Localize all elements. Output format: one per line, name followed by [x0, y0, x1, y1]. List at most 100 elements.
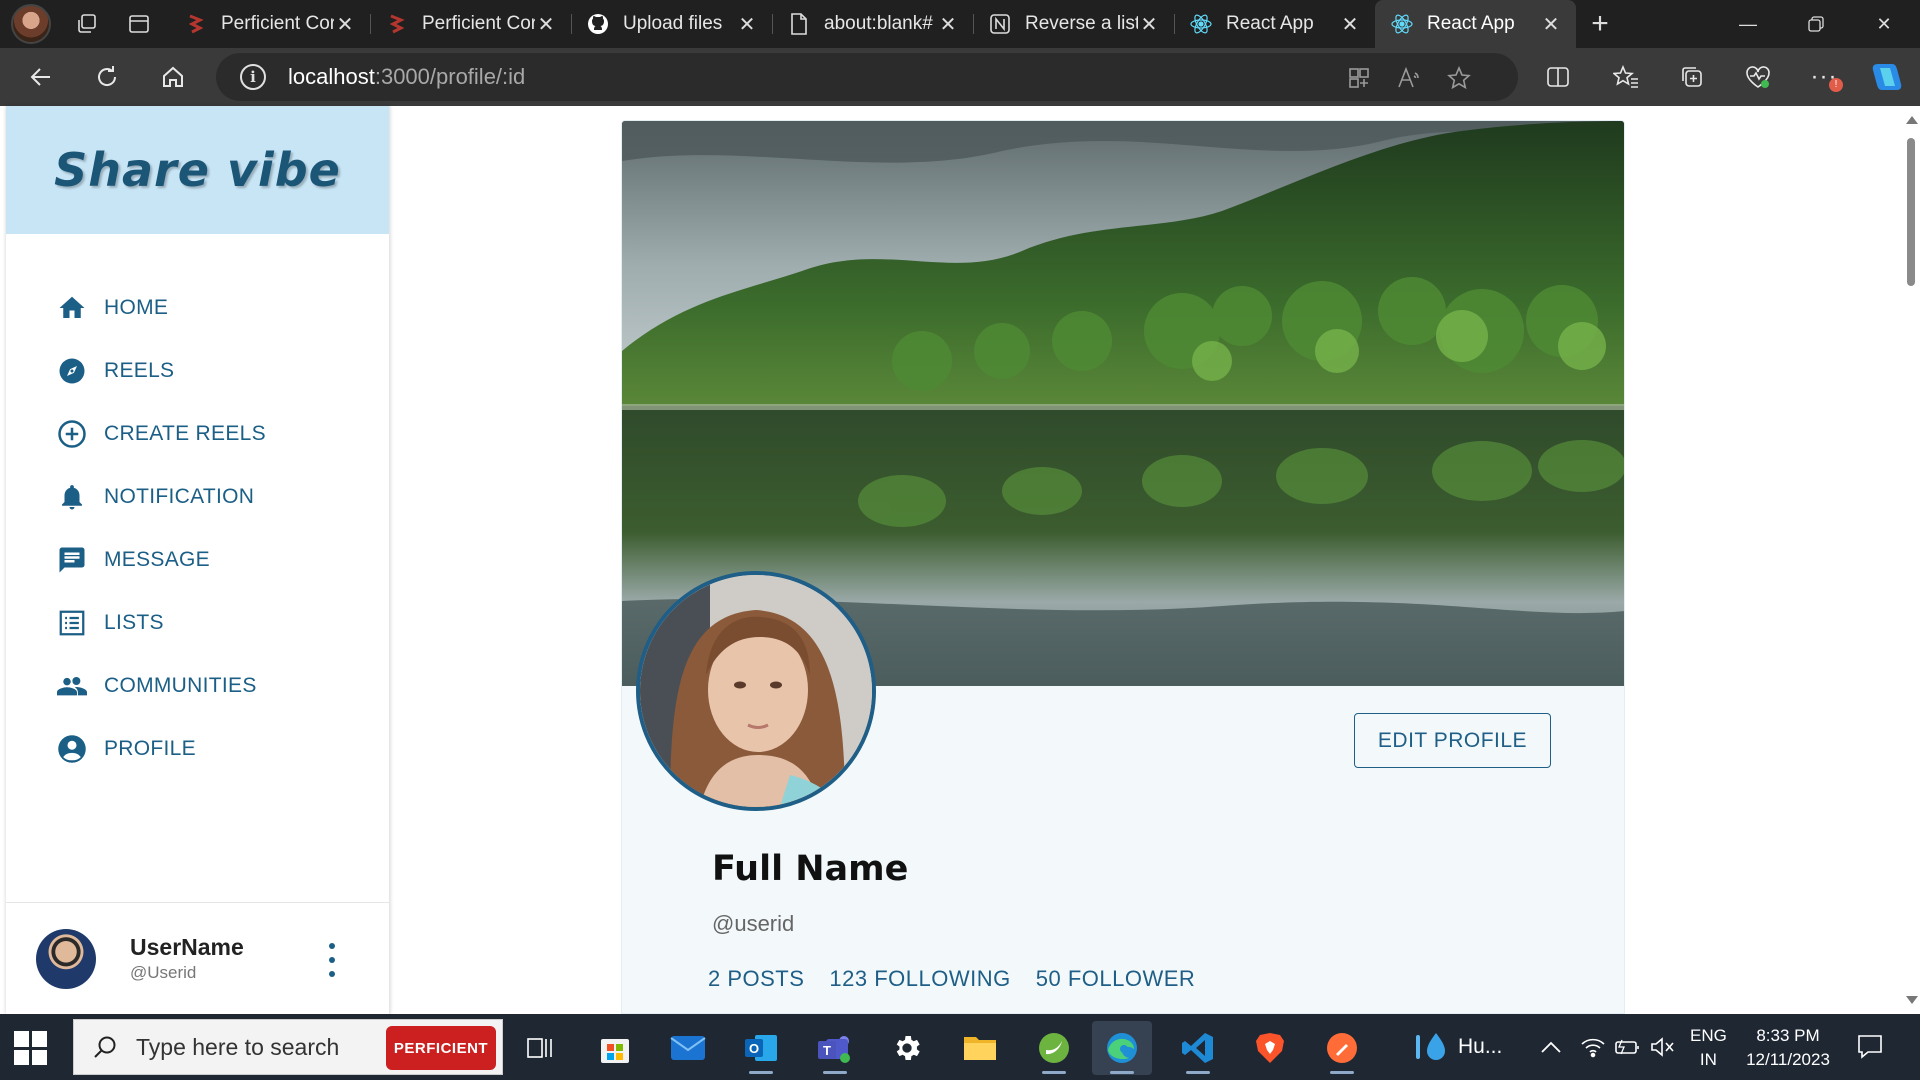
file-explorer-icon[interactable]: [950, 1021, 1010, 1075]
browser-tab[interactable]: React App ✕: [1174, 0, 1375, 48]
browser-profile-avatar[interactable]: [11, 4, 51, 44]
add-circle-icon: [56, 418, 88, 450]
minimize-icon[interactable]: —: [1714, 0, 1782, 48]
settings-gear-icon[interactable]: [877, 1021, 937, 1075]
tab-title: about:blank#: [824, 13, 933, 34]
sidebar: Share vibe HOME REELS CREATE REELS NOTIF…: [6, 106, 390, 1014]
search-icon: [94, 1036, 116, 1058]
vscode-icon[interactable]: [1168, 1021, 1228, 1075]
sidebar-item-communities[interactable]: COMMUNITIES: [6, 654, 389, 717]
more-options-icon[interactable]: ··· !: [1803, 56, 1845, 98]
close-tab-icon[interactable]: ✕: [1339, 12, 1361, 37]
account-circle-icon: [56, 733, 88, 765]
taskbar-search-placeholder: Type here to search: [136, 1033, 340, 1060]
new-tab-button[interactable]: +: [1576, 0, 1624, 48]
following-count-link[interactable]: 123 FOLLOWING: [829, 966, 1010, 992]
edge-browser-icon[interactable]: [1092, 1021, 1152, 1075]
input-language-indicator[interactable]: ENG IN: [1690, 1024, 1727, 1072]
browser-tab-active[interactable]: React App ✕: [1375, 0, 1576, 48]
url-text: localhost:3000/profile/:id: [288, 64, 526, 89]
site-info-icon[interactable]: i: [240, 64, 266, 90]
message-icon: [56, 544, 88, 576]
user-avatar[interactable]: [36, 928, 96, 989]
search-highlight-badge[interactable]: PERFICIENT: [386, 1026, 496, 1070]
sidebar-item-label: MESSAGE: [104, 547, 210, 571]
page-scrollbar[interactable]: [1900, 106, 1920, 1014]
sidebar-item-create-reels[interactable]: CREATE REELS: [6, 402, 389, 465]
system-clock[interactable]: 8:33 PM 12/11/2023: [1738, 1024, 1838, 1072]
collections-icon[interactable]: [1671, 56, 1713, 98]
browser-essentials-icon[interactable]: [1737, 56, 1779, 98]
close-tab-icon[interactable]: ✕: [535, 12, 557, 37]
workspaces-icon[interactable]: [69, 6, 105, 42]
teams-icon[interactable]: T: [805, 1021, 865, 1075]
posts-count-link[interactable]: 2 POSTS: [708, 966, 804, 992]
reload-icon[interactable]: [86, 56, 128, 98]
close-tab-icon[interactable]: ✕: [1138, 12, 1160, 37]
user-id: @Userid: [130, 963, 197, 982]
postman-icon[interactable]: [1312, 1021, 1372, 1075]
outlook-icon[interactable]: O: [731, 1021, 791, 1075]
brave-browser-icon[interactable]: [1240, 1021, 1300, 1075]
react-icon: [1190, 13, 1212, 35]
tab-actions-icon[interactable]: [121, 6, 157, 42]
bell-icon: [56, 481, 88, 513]
app-available-icon[interactable]: [1346, 65, 1372, 91]
spring-tools-icon[interactable]: [1024, 1021, 1084, 1075]
alert-badge: !: [1829, 78, 1843, 92]
close-tab-icon[interactable]: ✕: [1540, 12, 1562, 37]
profile-handle: @userid: [712, 911, 795, 936]
favorite-star-icon[interactable]: [1446, 65, 1472, 91]
windows-start-icon[interactable]: [14, 1031, 48, 1065]
tab-title: Perficient Cor: [221, 13, 334, 34]
scroll-down-icon[interactable]: [1906, 996, 1918, 1004]
address-bar[interactable]: i localhost:3000/profile/:id: [216, 53, 1518, 101]
home-icon: [56, 292, 88, 324]
split-screen-icon[interactable]: [1537, 56, 1579, 98]
microsoft-store-icon[interactable]: [585, 1021, 645, 1075]
home-browser-icon[interactable]: [152, 56, 194, 98]
sidebar-item-reels[interactable]: REELS: [6, 339, 389, 402]
brand-logo-text[interactable]: Share vibe: [54, 143, 341, 197]
sidebar-item-home[interactable]: HOME: [6, 276, 389, 339]
scrollbar-thumb[interactable]: [1907, 138, 1915, 286]
windows-taskbar: Type here to search PERFICIENT O T Hu...: [0, 1014, 1920, 1080]
user-menu-kebab-icon[interactable]: [320, 943, 344, 977]
read-aloud-icon[interactable]: [1396, 65, 1422, 91]
react-icon: [1391, 13, 1413, 35]
notification-center-icon[interactable]: [1856, 1032, 1884, 1060]
mail-icon[interactable]: [658, 1021, 718, 1075]
browser-tab[interactable]: Perficient Cor ✕: [169, 0, 370, 48]
taskbar-search-box[interactable]: Type here to search PERFICIENT: [73, 1019, 503, 1075]
close-tab-icon[interactable]: ✕: [937, 12, 959, 37]
page-viewport: Share vibe HOME REELS CREATE REELS NOTIF…: [0, 106, 1920, 1014]
scroll-up-icon[interactable]: [1906, 116, 1918, 124]
sidebar-nav: HOME REELS CREATE REELS NOTIFICATION MES…: [6, 276, 389, 780]
copilot-icon[interactable]: [1866, 56, 1908, 98]
battery-icon[interactable]: [1614, 1014, 1642, 1080]
sidebar-item-label: PROFILE: [104, 736, 196, 760]
sidebar-item-message[interactable]: MESSAGE: [6, 528, 389, 591]
browser-tab[interactable]: about:blank# ✕: [772, 0, 973, 48]
sidebar-item-lists[interactable]: LISTS: [6, 591, 389, 654]
task-view-icon[interactable]: [510, 1021, 570, 1075]
sidebar-item-profile[interactable]: PROFILE: [6, 717, 389, 780]
close-tab-icon[interactable]: ✕: [334, 12, 356, 37]
wifi-icon[interactable]: [1580, 1014, 1606, 1080]
favorites-icon[interactable]: [1605, 56, 1647, 98]
restore-icon[interactable]: [1782, 0, 1850, 48]
sidebar-item-label: REELS: [104, 358, 175, 382]
profile-avatar[interactable]: [636, 571, 876, 811]
follower-count-link[interactable]: 50 FOLLOWER: [1036, 966, 1196, 992]
edit-profile-button[interactable]: EDIT PROFILE: [1354, 713, 1551, 768]
browser-tab[interactable]: Reverse a list ✕: [973, 0, 1174, 48]
show-hidden-icons-chevron-icon[interactable]: [1540, 1014, 1562, 1080]
back-icon[interactable]: [20, 56, 62, 98]
volume-muted-icon[interactable]: [1650, 1014, 1676, 1080]
close-tab-icon[interactable]: ✕: [736, 12, 758, 37]
browser-tab[interactable]: Upload files ✕: [571, 0, 772, 48]
weather-widget[interactable]: Hu...: [1412, 1014, 1502, 1080]
close-window-icon[interactable]: ✕: [1850, 0, 1918, 48]
browser-tab[interactable]: Perficient Cor ✕: [370, 0, 571, 48]
sidebar-item-notification[interactable]: NOTIFICATION: [6, 465, 389, 528]
